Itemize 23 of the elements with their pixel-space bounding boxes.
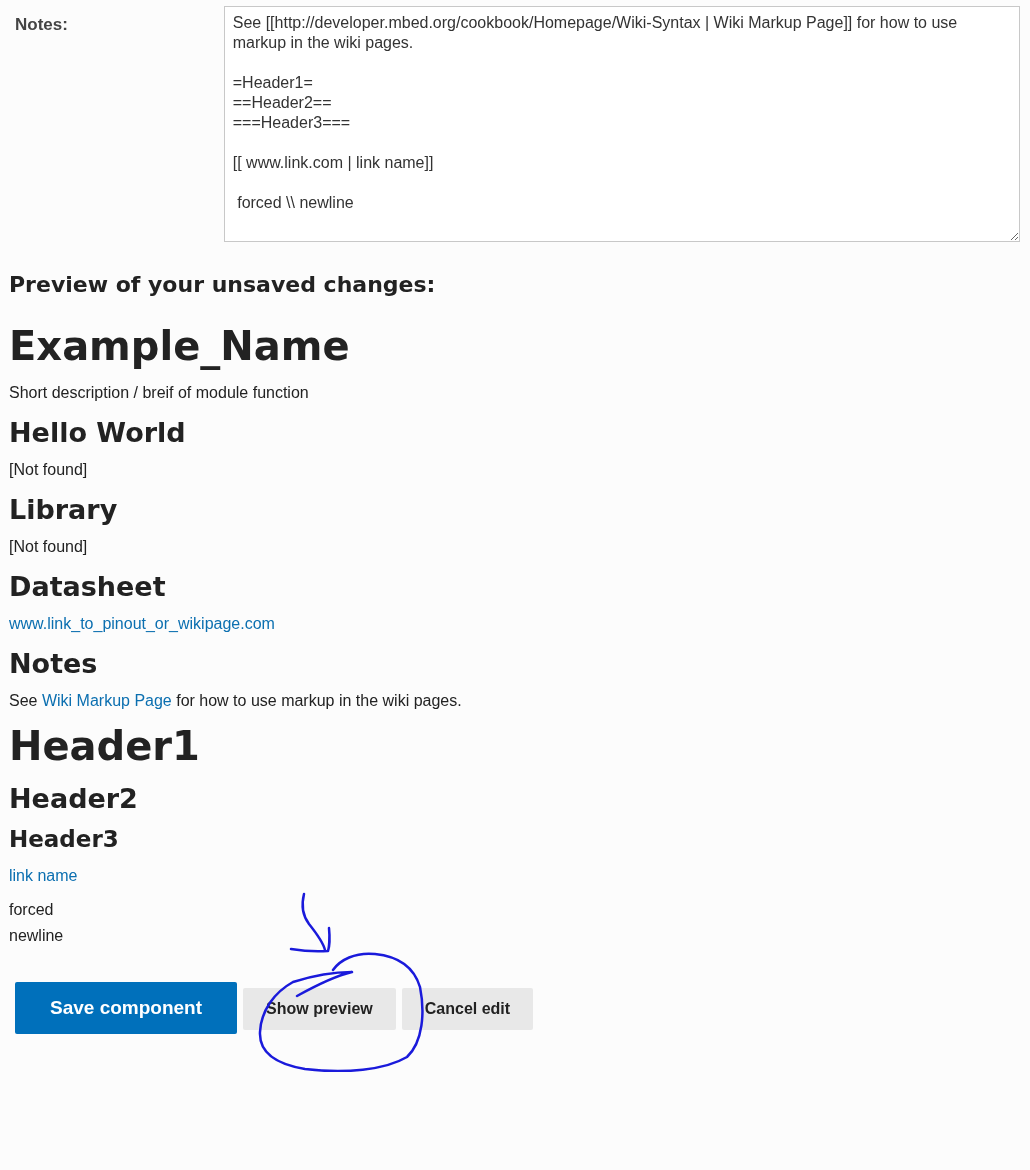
action-button[interactable]: Show preview bbox=[243, 988, 396, 1030]
text-line: newline bbox=[9, 926, 65, 946]
field-label: Notes: bbox=[14, 14, 69, 35]
save-button[interactable]: Save component bbox=[15, 982, 238, 1034]
link[interactable]: www.link_to_pinout_or_wikipage.com bbox=[9, 615, 275, 632]
paragraph-text: See Wiki Markup Page for how to use markup in the wiki pages. bbox=[9, 691, 463, 711]
link[interactable]: link name bbox=[9, 867, 78, 884]
paragraph-text: [Not found] bbox=[9, 460, 89, 480]
notes-textarea[interactable]: See [[http://developer.mbed.org/cookbook/Homepage/Wiki-Syntax | Wiki Markup Page]] for how to use markup in the wiki pages. =Header1= ==Header2== ===Header3=== [[ www.link.com | link name]] forced \\ newline bbox=[223, 6, 1020, 242]
preview-heading: Preview of your unsaved changes: bbox=[9, 272, 437, 297]
page-title: Header1 bbox=[9, 723, 201, 769]
section-heading: Datasheet bbox=[9, 571, 167, 602]
action-button[interactable]: Cancel edit bbox=[401, 988, 534, 1030]
link[interactable]: Wiki Markup Page bbox=[41, 692, 172, 709]
paragraph-text: Short description / breif of module function bbox=[9, 383, 310, 403]
page-title: Example_Name bbox=[9, 323, 351, 369]
section-heading: Hello World bbox=[9, 417, 187, 448]
section-heading: Library bbox=[9, 494, 119, 525]
section-heading: Header2 bbox=[9, 783, 139, 814]
section-heading: Notes bbox=[9, 648, 99, 679]
subsection-heading: Header3 bbox=[9, 826, 120, 852]
paragraph-text: [Not found] bbox=[9, 537, 89, 557]
text-line: forced bbox=[9, 900, 55, 920]
